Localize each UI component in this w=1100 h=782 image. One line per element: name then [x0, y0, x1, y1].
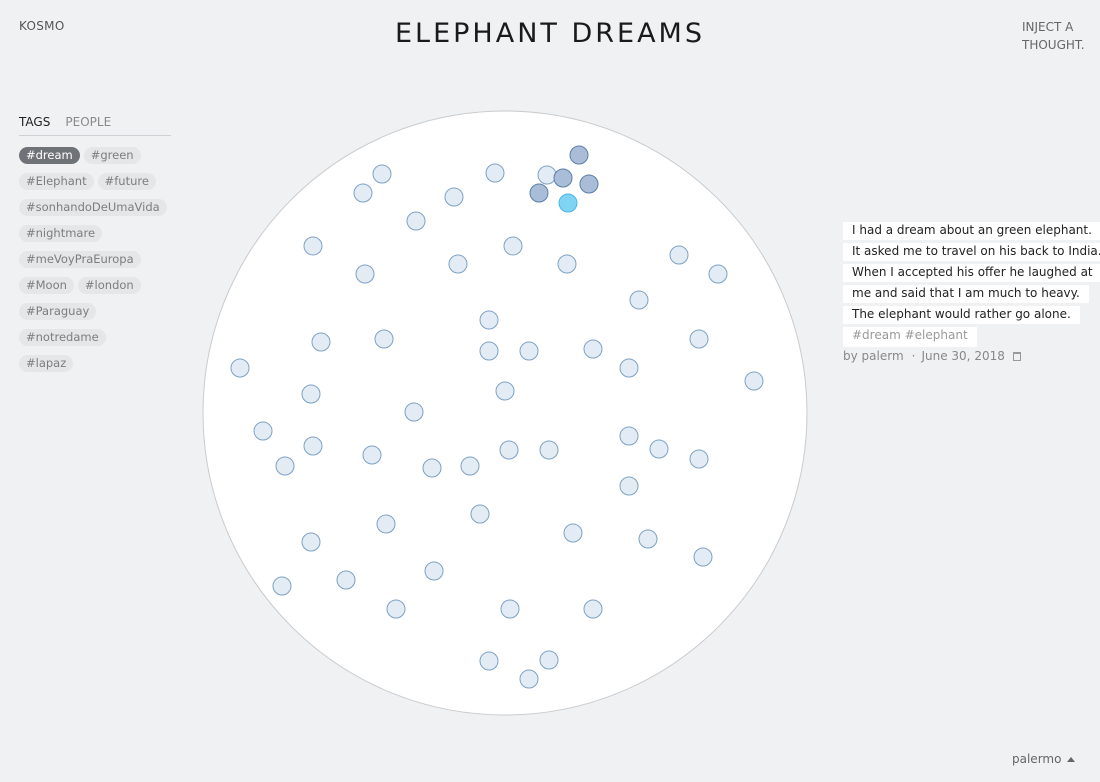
dream-bubble[interactable] [448, 254, 468, 274]
dream-tag-link[interactable]: #elephant [905, 328, 968, 342]
dream-bubble[interactable] [460, 456, 480, 476]
dream-universe-circle [202, 110, 808, 716]
dream-bubble[interactable] [629, 290, 649, 310]
dream-bubble[interactable] [336, 570, 356, 590]
dream-bubble[interactable] [355, 264, 375, 284]
dream-bubble[interactable] [744, 371, 764, 391]
dream-bubble[interactable] [303, 236, 323, 256]
dream-bubble[interactable] [374, 329, 394, 349]
dream-bubble[interactable] [301, 384, 321, 404]
dream-bubble[interactable] [499, 440, 519, 460]
dream-bubble[interactable] [583, 599, 603, 619]
dream-bubble[interactable] [372, 164, 392, 184]
dream-bubble[interactable] [479, 310, 499, 330]
dream-bubble[interactable] [500, 599, 520, 619]
dream-bubble[interactable] [422, 458, 442, 478]
dream-bubble[interactable] [638, 529, 658, 549]
dream-author-link[interactable]: by palerm [843, 349, 904, 363]
dream-bubble[interactable] [708, 264, 728, 284]
dream-tag-link[interactable]: #dream [852, 328, 901, 342]
dream-bubble[interactable] [693, 547, 713, 567]
dream-bubble[interactable] [230, 358, 250, 378]
dream-date: June 30, 2018 [921, 349, 1005, 363]
dream-bubble[interactable] [479, 651, 499, 671]
dream-bubble[interactable] [689, 329, 709, 349]
dream-bubble-selected[interactable] [558, 193, 578, 213]
dream-bubble[interactable] [619, 476, 639, 496]
dream-tags: #dream #elephant [843, 327, 977, 347]
user-name: palermo [1012, 752, 1062, 766]
dream-bubble[interactable] [537, 165, 557, 185]
dream-text-line: me and said that I am much to heavy. [843, 285, 1089, 303]
dream-bubble[interactable] [301, 532, 321, 552]
user-menu[interactable]: palermo [1012, 752, 1076, 766]
dream-text-line: It asked me to travel on his back to Ind… [843, 243, 1100, 261]
dream-bubble[interactable] [669, 245, 689, 265]
dream-bubble-highlighted[interactable] [529, 183, 549, 203]
dream-bubble[interactable] [470, 504, 490, 524]
dream-bubble[interactable] [479, 341, 499, 361]
meta-separator: · [911, 349, 916, 363]
dream-bubble[interactable] [539, 440, 559, 460]
dream-bubble[interactable] [619, 358, 639, 378]
dream-bubble-highlighted[interactable] [579, 174, 599, 194]
dream-bubble[interactable] [519, 341, 539, 361]
dream-bubble[interactable] [353, 183, 373, 203]
dream-bubble[interactable] [557, 254, 577, 274]
dream-bubble[interactable] [619, 426, 639, 446]
dream-bubble[interactable] [539, 650, 559, 670]
dream-bubble[interactable] [275, 456, 295, 476]
dream-bubble[interactable] [311, 332, 331, 352]
dream-bubble[interactable] [406, 211, 426, 231]
dream-bubble-highlighted[interactable] [569, 145, 589, 165]
dream-bubble[interactable] [376, 514, 396, 534]
dream-bubble[interactable] [444, 187, 464, 207]
dream-bubble[interactable] [424, 561, 444, 581]
dream-bubble[interactable] [649, 439, 669, 459]
dream-universe-canvas [202, 110, 808, 716]
dream-bubble[interactable] [563, 523, 583, 543]
dream-text-line: The elephant would rather go alone. [843, 306, 1080, 324]
dream-bubble[interactable] [386, 599, 406, 619]
dream-card: I had a dream about an green elephant. I… [843, 219, 1100, 347]
dream-bubble[interactable] [253, 421, 273, 441]
dream-bubble[interactable] [503, 236, 523, 256]
caret-up-icon [1067, 757, 1076, 762]
dream-bubble-highlighted[interactable] [553, 168, 573, 188]
dream-bubble[interactable] [495, 381, 515, 401]
trash-icon[interactable] [1012, 352, 1021, 361]
dream-bubble[interactable] [485, 163, 505, 183]
dream-text-line: I had a dream about an green elephant. [843, 222, 1100, 240]
dream-bubble[interactable] [362, 445, 382, 465]
dream-bubble[interactable] [272, 576, 292, 596]
dream-meta: by palerm · June 30, 2018 [843, 349, 1021, 363]
dream-bubble[interactable] [303, 436, 323, 456]
dream-text-line: When I accepted his offer he laughed at [843, 264, 1100, 282]
dream-bubble[interactable] [583, 339, 603, 359]
dream-bubble[interactable] [519, 669, 539, 689]
dream-bubble[interactable] [404, 402, 424, 422]
dream-bubble[interactable] [689, 449, 709, 469]
